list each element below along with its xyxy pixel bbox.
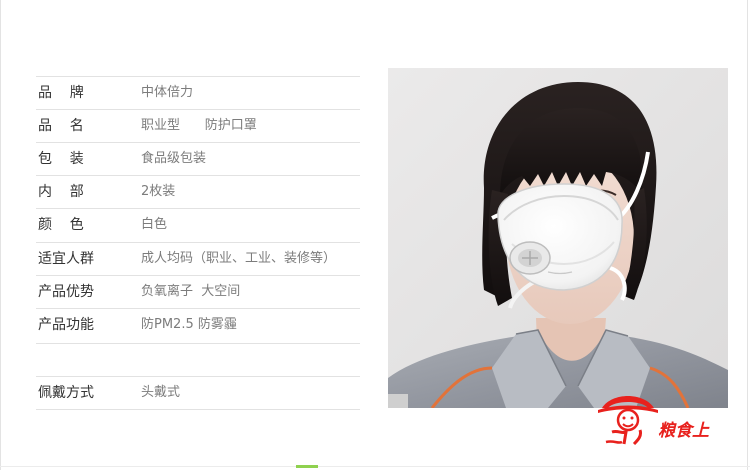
spec-row-wearing-method: 佩戴方式 头戴式: [36, 376, 360, 410]
watermark: 粮食上: [596, 386, 746, 448]
spec-label: 产品优势: [38, 284, 94, 300]
straw-hat-figure-logo: [598, 396, 658, 446]
spec-label: 内 部: [38, 184, 84, 200]
frame-right-border: [747, 0, 748, 470]
spec-row-suitable-for: 适宜人群 成人均码（职业、工业、装修等）: [36, 242, 360, 275]
spec-value: 中体倍力: [141, 85, 194, 100]
spec-row-color: 颜 色 白色: [36, 208, 360, 241]
spec-label: 适宜人群: [38, 251, 94, 267]
spec-value: 职业型 防护口罩: [141, 118, 257, 133]
spec-value: 头戴式: [141, 385, 181, 400]
spec-row-packaging: 包 装 食品级包装: [36, 142, 360, 175]
spec-label: 颜 色: [38, 217, 84, 233]
spec-value: 成人均码（职业、工业、装修等）: [141, 251, 337, 266]
spec-value: 防PM2.5 防雾霾: [141, 317, 237, 332]
spec-label: 品 名: [38, 118, 84, 134]
spec-row-contents: 内 部 2枚装: [36, 175, 360, 208]
woman-wearing-mask-photo: [388, 68, 728, 408]
frame-left-border: [0, 0, 1, 470]
frame-bottom-border: [0, 466, 750, 467]
spec-value: 食品级包装: [141, 151, 207, 166]
spec-label: 品 牌: [38, 85, 84, 101]
spec-table-divider: [36, 343, 360, 344]
spec-label: 包 装: [38, 151, 84, 167]
spec-label: 产品功能: [38, 317, 94, 333]
spec-row-advantages: 产品优势 负氧离子 大空间: [36, 275, 360, 308]
spec-row-functions: 产品功能 防PM2.5 防雾霾: [36, 308, 360, 341]
product-photo: [388, 68, 728, 408]
spec-value: 白色: [141, 217, 168, 232]
spec-row-brand: 品 牌 中体倍力: [36, 76, 360, 109]
bottom-accent-bar: [296, 465, 318, 468]
spec-value: 2枚装: [141, 184, 176, 199]
spec-label: 佩戴方式: [38, 385, 94, 401]
watermark-text: 粮食上: [658, 421, 709, 441]
spec-value: 负氧离子 大空间: [141, 284, 241, 299]
page-frame: 品 牌 中体倍力 品 名 职业型 防护口罩 包 装 食品级包装 内 部 2枚装 …: [0, 0, 750, 470]
spec-row-product-name: 品 名 职业型 防护口罩: [36, 109, 360, 142]
